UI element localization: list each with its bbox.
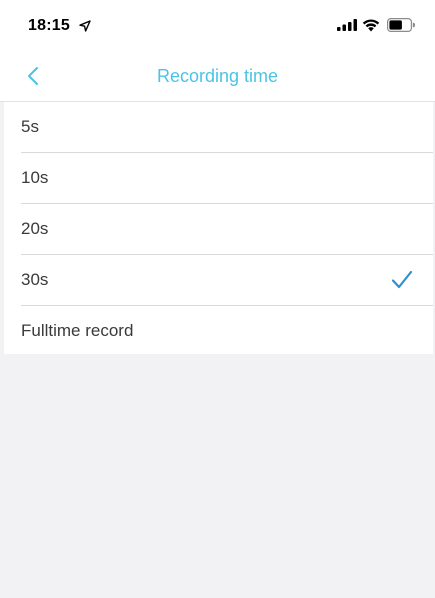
- empty-background: [0, 354, 435, 598]
- checkmark-icon: [391, 270, 413, 289]
- option-20s[interactable]: 20s: [21, 204, 433, 255]
- page-title: Recording time: [156, 66, 279, 86]
- battery-icon: [387, 18, 415, 32]
- status-icons: [337, 18, 417, 34]
- option-5s[interactable]: 5s: [21, 102, 433, 153]
- status-time: 18:15: [28, 17, 70, 34]
- option-fulltime-record[interactable]: Fulltime record: [21, 306, 433, 357]
- option-label: 5s: [21, 117, 39, 136]
- option-30s[interactable]: 30s: [21, 255, 433, 306]
- option-label: 20s: [21, 219, 49, 238]
- option-10s[interactable]: 10s: [21, 153, 433, 204]
- recording-time-options: 5s 10s 20s 30s Fulltime record: [4, 102, 433, 357]
- location-arrow-icon: [79, 20, 91, 32]
- wifi-icon: [362, 19, 380, 32]
- option-label: 30s: [21, 270, 49, 289]
- status-bar: 18:15: [0, 0, 435, 50]
- option-label: Fulltime record: [21, 321, 134, 340]
- option-label: 10s: [21, 168, 49, 187]
- signal-icon: [337, 19, 357, 31]
- navigation-bar: Recording time: [0, 50, 435, 102]
